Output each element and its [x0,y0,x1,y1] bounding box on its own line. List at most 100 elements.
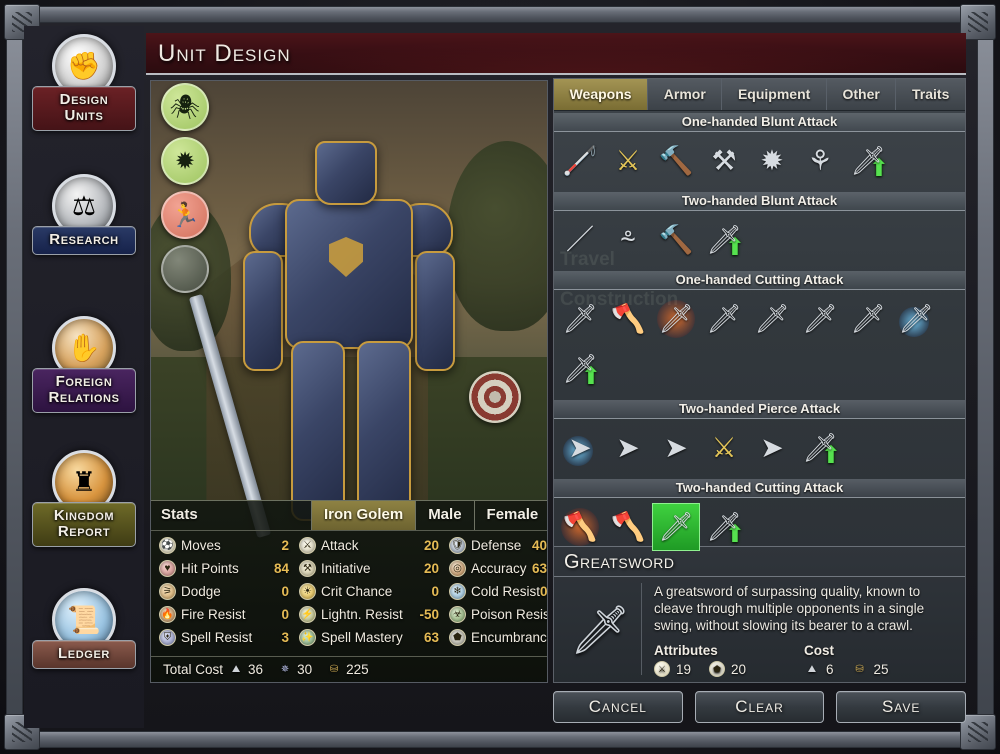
gender-male-button[interactable]: Male [415,501,473,530]
game-window: ✊ Design Units ⚖ Research ✋ Foreign Relations ♜ K… [0,0,1000,754]
spear-icon[interactable]: ➤ [652,424,700,472]
iron-sword-icon[interactable]: 🗡 [844,295,892,343]
stat-value: 20 [423,538,439,553]
weapon-glyph: 🗡 [658,511,694,542]
weapon-glyph: ⚔ [711,432,737,463]
spiked-mace-icon[interactable]: ⚒ [700,137,748,185]
upgrade-twohand-cutting-icon[interactable]: 🗡 ⬆ [700,503,748,551]
stat-name: Poison Resist [471,607,548,622]
stat-row: ⚒ Initiative 20 [295,557,445,580]
frost-sword-icon[interactable]: 🗡 [892,295,940,343]
spell-resist-icon: ⛨ [159,629,176,646]
stat-value: 84 [273,561,289,576]
tab-equipment[interactable]: Equipment [722,79,827,110]
encumbrance-icon: ⬟ [709,661,726,678]
weapon-glyph: ➤ [760,432,784,463]
sidebar-item-label-line: Units [64,106,104,124]
morningstar-icon[interactable]: ✹ [748,137,796,185]
frame-bottom-bar [10,731,990,748]
poison-resist-icon: ☣ [449,606,466,623]
main-navigation-sidebar: ✊ Design Units ⚖ Research ✋ Foreign Relations ♜ K… [24,26,144,728]
weapon-glyph: 🦯 [562,145,598,176]
weapon-glyph: 🗡 [802,432,838,463]
weapon-glyph: 🗡 [850,303,886,334]
equipment-browser-panel: Travel Construction Weapons Armor Equipmen… [553,78,966,683]
dodge-icon: ⚞ [159,583,176,600]
club-icon[interactable]: 🦯 [556,137,604,185]
stat-row: ⚞ Dodge 0 [155,580,295,603]
title-bar: Unit Design [146,33,966,75]
stat-name: Moves [181,538,221,553]
weapon-glyph: ⸛ [619,224,637,255]
initiative-icon: ⚒ [299,560,316,577]
tab-weapons[interactable]: Weapons [554,79,649,110]
upgrade-pierce-icon[interactable]: 🗡 ⬆ [796,424,844,472]
weapon-icon-row: 🪓 🪓 🗡 🗡 ⬆ [554,498,965,556]
fire-resist-icon: 🔥 [159,606,176,623]
burst-trait-badge[interactable]: ✹ [161,137,209,185]
value-text: 25 [873,661,889,677]
barbed-spear-icon[interactable]: ➤ [604,424,652,472]
upgrade-twohand-blunt-icon[interactable]: 🗡 ⬆ [700,216,748,264]
greatsword-icon[interactable]: 🗡 [652,503,700,551]
stat-row: ⚽ Moves 2 [155,534,295,557]
battleaxe-icon[interactable]: 🪓 [604,295,652,343]
item-description-panel: Greatsword 🗡 A greatsword of surpassing … [554,546,965,682]
enchanted-mace-icon[interactable]: ⚔ [604,137,652,185]
greataxe-icon[interactable]: 🪓 [604,503,652,551]
tab-other[interactable]: Other [826,79,897,110]
greatsword-thumb-icon: 🗡 [560,583,642,675]
weapon-glyph: 🪓 [610,303,646,334]
shortsword-icon[interactable]: 🗡 [556,295,604,343]
unit-name-field[interactable]: Iron Golem [311,501,416,530]
gender-female-button[interactable]: Female [473,501,547,530]
flail-icon[interactable]: ⚘ [796,137,844,185]
stat-name: Fire Resist [181,607,246,622]
mana-icon: ✵ [280,664,290,675]
charge-trait-badge[interactable]: 🏃 [161,191,209,239]
frost-spear-icon[interactable]: ➤ [556,424,604,472]
weapon-glyph: ⚒ [711,145,737,176]
stat-row: ♥ Hit Points 84 [155,557,295,580]
upgrade-blunt-icon[interactable]: 🗡 ⬆ [844,137,892,185]
weapon-icon-row: 🦯 ⚔ 🔨 ⚒ ✹ ⚘ 🗡 ⬆ [554,132,965,190]
cancel-button[interactable]: Cancel [553,691,683,723]
scythe-icon[interactable]: ⸛ [604,216,652,264]
weapon-glyph: 🗡 [850,145,886,176]
stat-name: Attack [321,538,359,553]
bronze-sword-icon[interactable]: 🗡 [748,295,796,343]
value-text: 6 [826,661,834,677]
pike-icon[interactable]: ➤ [748,424,796,472]
gold-icon: ⛁ [329,664,339,675]
flaming-greataxe-icon[interactable]: 🪓 [556,503,604,551]
stat-name: Hit Points [181,561,239,576]
weapon-glyph: 🗡 [562,353,598,384]
stat-value: 0 [281,584,289,599]
stat-value: 2 [281,538,289,553]
empty-trait-badge[interactable] [161,245,209,293]
clear-button[interactable]: Clear [694,691,825,723]
spell-mastery-icon: ✨ [299,629,316,646]
item-attributes-column: Attributes ⚔ 19 ⬟ 20 [654,643,804,678]
weapon-glyph: 🗡 [898,303,934,334]
longsword-icon[interactable]: 🗡 [700,295,748,343]
tab-traits[interactable]: Traits [896,79,965,110]
page-title: Unit Design [158,40,291,67]
flaming-sword-icon[interactable]: 🗡 [652,295,700,343]
cold-resist-icon: ❄ [449,583,466,600]
spider-trait-badge[interactable]: 🕷 [161,83,209,131]
weapon-glyph: 🗡 [706,511,742,542]
save-button[interactable]: Save [836,691,967,723]
warhammer-icon[interactable]: 🔨 [652,137,700,185]
staff-icon[interactable]: ／ [556,216,604,264]
crit-chance-icon: ☀ [299,583,316,600]
stat-row: ⚔ Attack 20 [295,534,445,557]
steel-sword-icon[interactable]: 🗡 [796,295,844,343]
upgrade-cutting-icon[interactable]: 🗡 ⬆ [556,345,604,393]
tab-armor[interactable]: Armor [648,79,723,110]
enchanted-pike-icon[interactable]: ⚔ [700,424,748,472]
attributes-label: Attributes [654,643,718,659]
great-maul-icon[interactable]: 🔨 [652,216,700,264]
total-cost-value: 30 [297,662,313,677]
section-header: Two-handed Blunt Attack [554,192,965,211]
